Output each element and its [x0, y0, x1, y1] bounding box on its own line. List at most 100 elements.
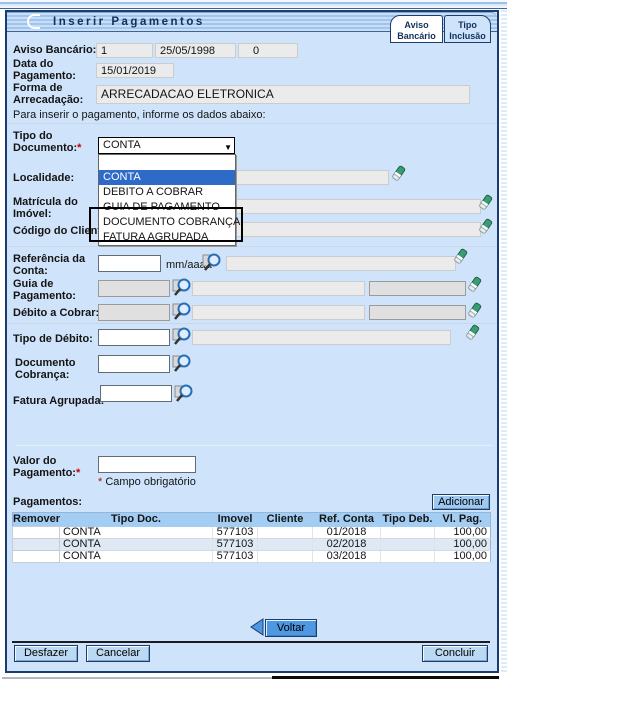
voltar-button[interactable]: Voltar	[265, 619, 317, 637]
back-arrow-icon[interactable]	[250, 618, 264, 636]
focus-highlight-rectangle	[89, 207, 243, 242]
pagamentos-label: Pagamentos:	[13, 496, 133, 508]
ref-conta-cell: 02/2018	[313, 538, 381, 550]
fatura-agrupada-search-icon[interactable]	[174, 383, 194, 403]
vl-pag-cell: 100,00	[435, 550, 491, 562]
aviso-numero-field: 1	[96, 43, 153, 58]
guia-desc-field	[192, 281, 365, 296]
codigo-cliente-desc-field	[227, 222, 481, 237]
valor-pagamento-label: Valor do Pagamento:*	[13, 455, 83, 479]
tab-aviso-bancario[interactable]: Aviso Bancário	[390, 15, 443, 43]
vl-pag-cell: 100,00	[435, 538, 491, 550]
forma-arrecadacao-label: Forma de Arrecadação:	[13, 82, 93, 106]
guia-extra-field	[369, 281, 466, 296]
col-tipo-deb: Tipo Deb.	[381, 513, 435, 527]
inserir-pagamentos-panel: Inserir Pagamentos Aviso Bancário Tipo I…	[5, 10, 499, 673]
required-note: * Campo obrigatório	[98, 476, 196, 488]
ref-conta-cell: 01/2018	[313, 527, 381, 539]
tab-tipo-inclusao[interactable]: Tipo Inclusão	[444, 15, 491, 43]
tipo-deb-cell	[381, 550, 435, 562]
vl-pag-cell: 100,00	[435, 527, 491, 539]
col-ref-conta: Ref. Conta	[313, 513, 381, 527]
debito-desc-field	[192, 305, 365, 320]
panel-right-shadow	[501, 10, 507, 673]
imovel-cell: 577103	[213, 527, 258, 539]
cliente-cell	[258, 538, 313, 550]
table-row: CONTA 577103 03/2018 100,00	[13, 550, 491, 562]
remover-cell	[13, 527, 60, 539]
instruction-text: Para inserir o pagamento, informe os dad…	[13, 109, 433, 121]
tipo-debito-input[interactable]	[98, 329, 170, 346]
valor-pagamento-input[interactable]	[98, 456, 196, 473]
separator	[15, 445, 493, 446]
aviso-data-field: 25/05/1998	[155, 43, 236, 58]
separator	[12, 641, 490, 643]
pagamentos-table: Remover Tipo Doc. Imovel Cliente Ref. Co…	[12, 512, 491, 563]
fatura-agrupada-input[interactable]	[100, 385, 172, 402]
separator	[7, 323, 497, 324]
table-row: CONTA 577103 02/2018 100,00	[13, 538, 491, 550]
adicionar-button[interactable]: Adicionar	[432, 494, 490, 510]
debito-eraser-icon[interactable]	[467, 302, 482, 319]
tipo-documento-selected-value: CONTA	[103, 139, 141, 151]
debito-extra-field	[369, 305, 466, 320]
documento-cobranca-search-icon[interactable]	[172, 353, 192, 373]
documento-cobranca-input[interactable]	[98, 355, 170, 373]
codigo-cliente-eraser-icon[interactable]	[478, 218, 493, 235]
dropdown-option-debito-a-cobrar[interactable]: DEBITO A COBRAR	[99, 185, 235, 200]
col-vl-pag: Vl. Pag.	[435, 513, 491, 527]
separator	[7, 246, 497, 247]
referencia-search-icon[interactable]	[202, 252, 222, 272]
cliente-cell	[258, 550, 313, 562]
debito-search-icon[interactable]	[172, 301, 192, 321]
concluir-button[interactable]: Concluir	[422, 645, 488, 662]
guia-eraser-icon[interactable]	[467, 276, 482, 293]
col-remover: Remover	[13, 513, 60, 527]
dropdown-option-empty[interactable]	[99, 155, 235, 170]
referencia-eraser-icon[interactable]	[453, 248, 468, 265]
referencia-conta-label: Referência da Conta:	[13, 253, 97, 277]
cancelar-button[interactable]: Cancelar	[86, 645, 150, 662]
table-row: CONTA 577103 01/2018 100,00	[13, 527, 491, 539]
tipo-doc-cell: CONTA	[60, 550, 213, 562]
matricula-desc-field	[227, 199, 481, 214]
cliente-cell	[258, 527, 313, 539]
referencia-conta-input[interactable]	[98, 255, 161, 272]
required-asterisk: *	[76, 467, 80, 479]
tipo-debito-desc-field	[192, 330, 451, 345]
dropdown-option-conta[interactable]: CONTA	[99, 170, 235, 185]
tipo-doc-cell: CONTA	[60, 538, 213, 550]
imovel-cell: 577103	[213, 538, 258, 550]
separator	[7, 123, 497, 124]
guia-search-icon[interactable]	[172, 277, 192, 297]
col-imovel: Imovel	[213, 513, 258, 527]
localidade-eraser-icon[interactable]	[391, 165, 406, 182]
col-tipo-doc: Tipo Doc.	[60, 513, 213, 527]
debito-cobrar-input	[98, 304, 170, 321]
page-top-stripe	[0, 0, 507, 9]
data-pagamento-label: Data do Pagamento:	[13, 58, 83, 82]
matricula-eraser-icon[interactable]	[478, 194, 493, 211]
matricula-imovel-label: Matrícula do Imóvel:	[13, 196, 83, 220]
table-header-row: Remover Tipo Doc. Imovel Cliente Ref. Co…	[13, 513, 491, 527]
title-decoration	[27, 14, 40, 29]
tipo-deb-cell	[381, 527, 435, 539]
forma-arrecadacao-field: ARRECADACAO ELETRONICA	[96, 85, 470, 104]
referencia-desc-field	[226, 256, 456, 271]
tipo-documento-label: Tipo do Documento:*	[13, 130, 88, 154]
localidade-desc-field	[227, 170, 389, 185]
col-cliente: Cliente	[258, 513, 313, 527]
guia-pagamento-input	[98, 280, 170, 297]
guia-pagamento-label: Guia de Pagamento:	[13, 278, 83, 302]
tipo-documento-select[interactable]: CONTA ▼	[98, 137, 235, 154]
select-dropdown-arrow-icon[interactable]: ▼	[224, 141, 232, 154]
remover-cell	[13, 538, 60, 550]
documento-cobranca-label: Documento Cobrança:	[15, 357, 95, 381]
tipo-debito-search-icon[interactable]	[172, 326, 192, 346]
tipo-doc-cell: CONTA	[60, 527, 213, 539]
bottom-black-line	[272, 676, 499, 679]
tipo-debito-eraser-icon[interactable]	[465, 324, 480, 341]
aviso-sequencial-field: 0	[238, 43, 298, 58]
tipo-deb-cell	[381, 538, 435, 550]
desfazer-button[interactable]: Desfazer	[14, 645, 78, 662]
